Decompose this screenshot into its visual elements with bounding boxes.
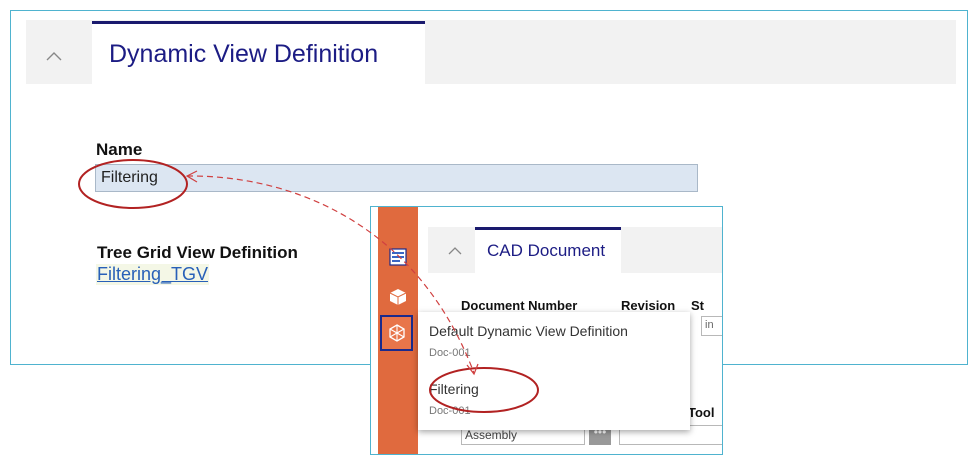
document-number-header: Document Number [461, 298, 578, 313]
tree-grid-view-label: Tree Grid View Definition [97, 243, 298, 262]
menu-item-title: Default Dynamic View Definition [429, 323, 628, 339]
cube-icon[interactable] [381, 279, 414, 315]
state-value: in [705, 319, 714, 331]
overlay-collapse-chevron-icon[interactable] [447, 243, 463, 259]
side-toolbar [378, 207, 418, 454]
assembly-value: Assembly [465, 428, 518, 442]
name-label: Name [96, 140, 143, 159]
menu-item-default[interactable]: Default Dynamic View Definition Doc-001 [418, 312, 690, 367]
view-definition-menu: Default Dynamic View Definition Doc-001 … [418, 312, 690, 430]
menu-item-title: Filtering [429, 381, 479, 397]
state-cell: in [701, 316, 722, 336]
revision-header: Revision [621, 298, 676, 313]
state-header: St [691, 298, 704, 313]
structure-icon[interactable] [380, 315, 413, 351]
tool-header: Tool [688, 405, 715, 420]
menu-item-subtitle: Doc-001 [429, 405, 471, 417]
tree-grid-view-link[interactable]: Filtering_TGV [96, 264, 210, 285]
menu-item-subtitle: Doc-001 [429, 347, 471, 359]
tab-label: CAD Document [487, 241, 606, 260]
menu-item-filtering[interactable]: Filtering Doc-001 [418, 372, 690, 427]
form-icon[interactable] [381, 239, 414, 275]
tab-dynamic-view-definition[interactable]: Dynamic View Definition [92, 21, 425, 85]
name-field[interactable] [95, 164, 698, 192]
collapse-chevron-icon[interactable] [44, 47, 64, 67]
tab-label: Dynamic View Definition [109, 40, 379, 68]
tab-cad-document[interactable]: CAD Document [475, 227, 621, 273]
